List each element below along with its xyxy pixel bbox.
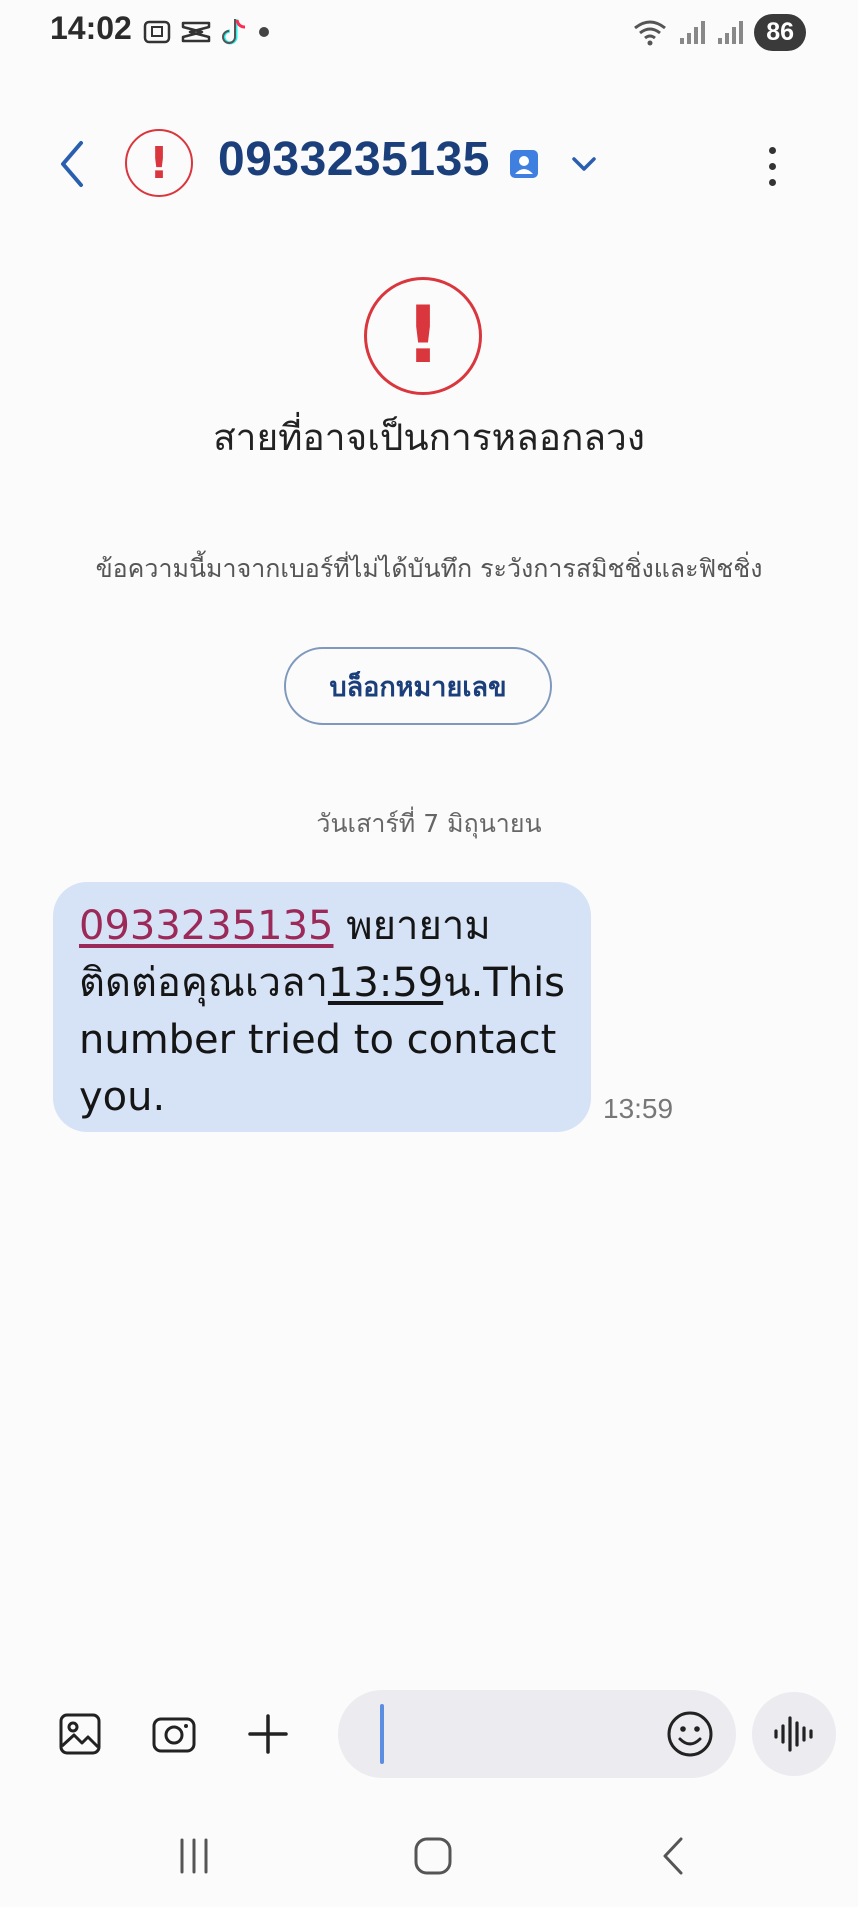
home-button[interactable] <box>393 1826 473 1886</box>
back-arrow-icon <box>61 141 83 187</box>
emoji-icon[interactable] <box>664 1708 716 1760</box>
screenshot-icon <box>143 20 171 44</box>
gallery-button[interactable] <box>50 1704 110 1764</box>
back-button[interactable] <box>44 132 100 196</box>
dot-icon <box>259 27 269 37</box>
plus-icon <box>248 1714 288 1754</box>
attach-button[interactable] <box>238 1704 298 1764</box>
status-time: 14:02 <box>50 10 132 46</box>
chevron-down-icon <box>572 157 596 171</box>
home-icon <box>414 1837 452 1875</box>
battery-indicator: 86 <box>754 13 806 51</box>
status-icons-right: 86 <box>632 12 806 52</box>
contact-card-button[interactable] <box>508 148 540 180</box>
phone-number-link[interactable]: 0933235135 <box>79 903 334 949</box>
message-timestamp: 13:59 <box>603 1093 674 1124</box>
more-vert-icon <box>768 146 776 154</box>
time-link[interactable]: 13:59 <box>328 960 443 1006</box>
recents-button[interactable] <box>154 1826 234 1886</box>
voice-record-button[interactable] <box>752 1692 836 1776</box>
nav-back-button[interactable] <box>633 1826 713 1886</box>
recents-icon <box>180 1838 208 1874</box>
date-separator: วันเสาร์ที่ 7 มิถุนายน <box>316 809 542 838</box>
contact-title[interactable]: 0933235135 <box>218 132 490 187</box>
message-compose-field[interactable] <box>338 1690 736 1778</box>
expand-button[interactable] <box>568 148 600 180</box>
wifi-icon <box>634 20 667 46</box>
more-options-button[interactable] <box>752 138 792 194</box>
camera-button[interactable] <box>144 1704 204 1764</box>
status-icons-left <box>142 12 272 52</box>
block-number-button[interactable]: บล็อกหมายเลข <box>284 647 552 725</box>
message-bubble[interactable]: 0933235135 พยายามติดต่อคุณเวลา13:59น.Thi… <box>53 882 591 1132</box>
tiktok-icon <box>222 19 246 45</box>
big-warning-icon: ! <box>364 277 482 395</box>
scam-warning-title: สายที่อาจเป็นการหลอกลวง <box>213 416 645 459</box>
signal-icon <box>680 21 706 44</box>
scam-warning-description: ข้อความนี้มาจากเบอร์ที่ไม่ได้บันทึก ระวั… <box>95 554 763 583</box>
message-input[interactable] <box>378 1706 632 1764</box>
contact-card-icon <box>510 150 538 178</box>
signal-icon-2 <box>718 21 744 44</box>
warning-icon: ! <box>125 129 193 197</box>
nav-back-icon <box>663 1837 683 1875</box>
voice-icon <box>774 1716 813 1752</box>
camera-icon <box>152 1717 196 1753</box>
gallery-icon <box>59 1713 101 1755</box>
capcut-icon <box>181 21 211 43</box>
